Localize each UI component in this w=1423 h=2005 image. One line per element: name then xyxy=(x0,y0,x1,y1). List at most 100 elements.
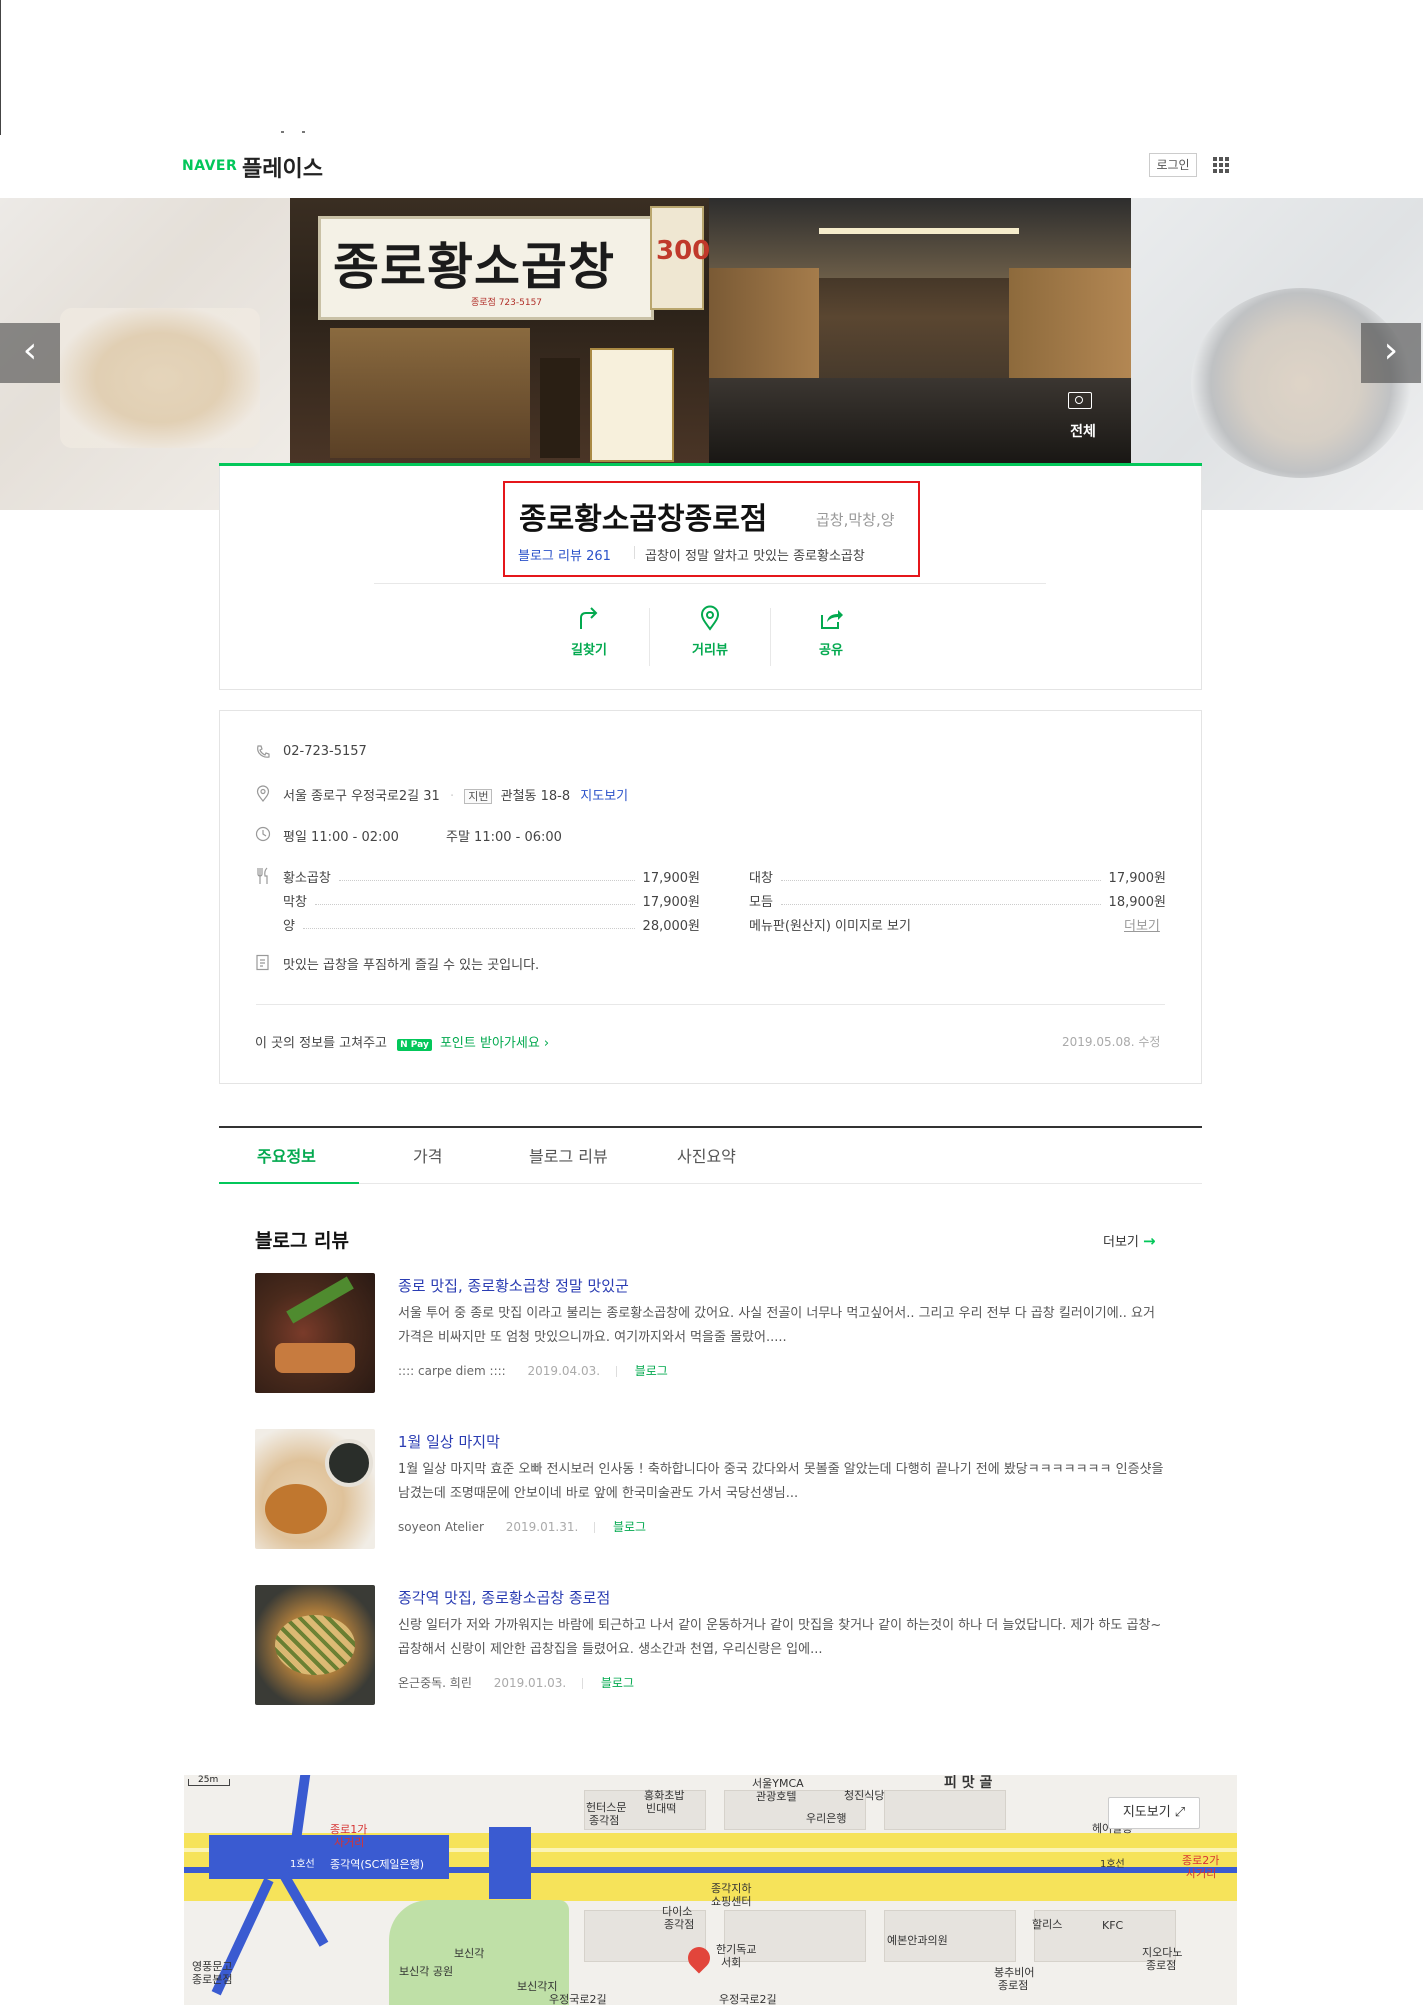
prev-photo-button[interactable]: ‹ xyxy=(0,323,60,383)
edit-point-link[interactable]: 포인트 받아가세요 › xyxy=(440,1036,549,1051)
arrow-right-icon: → xyxy=(1143,1232,1156,1250)
menu-fork-icon xyxy=(257,867,268,884)
hours-weekend: 주말 11:00 - 06:00 xyxy=(446,830,562,845)
dotted-leader xyxy=(780,896,1101,905)
map-label: 종로점 xyxy=(1146,1959,1177,1972)
separator xyxy=(615,1366,617,1377)
blog-thumbnail[interactable] xyxy=(255,1585,375,1705)
road-address: 서울 종로구 우정국로2길 31 xyxy=(283,789,440,804)
separator: · xyxy=(449,789,455,804)
menu-item: 모듬 18,900원 xyxy=(749,891,1166,910)
all-photos-label: 전체 xyxy=(1070,424,1096,440)
map-label: 종로2가 xyxy=(1182,1854,1220,1867)
blog-thumbnail[interactable] xyxy=(255,1273,375,1393)
blog-post-meta: soyeon Atelier 2019.01.31. 블로그 xyxy=(398,1518,646,1535)
blog-author[interactable]: soyeon Atelier xyxy=(398,1520,484,1534)
apps-grid-icon[interactable] xyxy=(1213,157,1229,173)
place-category: 곱창,막창,양 xyxy=(816,511,895,529)
storefront-sign: 종로황소곱창 xyxy=(333,238,615,296)
menu-item: 황소곱창 17,900원 xyxy=(283,867,700,886)
phone-number[interactable]: 02-723-5157 xyxy=(283,744,367,759)
place-logo[interactable]: 플레이스 xyxy=(242,151,323,183)
map-label: 영풍문고 xyxy=(192,1960,233,1973)
menu-item: 양 28,000원 xyxy=(283,915,700,934)
map-label: 지오다노 xyxy=(1142,1946,1183,1959)
menu-name: 모듬 xyxy=(749,895,773,910)
tab-main-info[interactable]: 주요정보 xyxy=(257,1143,316,1167)
blog-author[interactable]: 온근중독. 희린 xyxy=(398,1676,472,1690)
blog-more-link[interactable]: 더보기 → xyxy=(1103,1231,1156,1250)
map-label: 보신각 xyxy=(454,1947,485,1960)
blog-post-meta: :::: carpe diem :::: 2019.04.03. 블로그 xyxy=(398,1362,668,1379)
more-label: 더보기 xyxy=(1103,1235,1139,1250)
active-tab-indicator xyxy=(219,1182,359,1184)
map-label: 종로1가 xyxy=(330,1823,368,1836)
tab-price[interactable]: 가격 xyxy=(413,1143,442,1167)
map-label: 헌터스문 xyxy=(586,1801,627,1814)
map-label: 종각점 xyxy=(664,1918,695,1931)
jibun-badge: 지번 xyxy=(464,789,493,804)
storefront-photo[interactable]: 종로황소곱창 종로점 723-5157 300 xyxy=(290,198,709,463)
separator xyxy=(582,1678,584,1689)
map-label: 사거리 xyxy=(334,1836,365,1849)
tab-photo-summary[interactable]: 사진요약 xyxy=(677,1143,736,1167)
map-label: 봉추비어 xyxy=(994,1966,1035,1979)
login-button[interactable]: 로그인 xyxy=(1149,153,1197,177)
share-button[interactable]: 공유 xyxy=(781,605,881,658)
divider xyxy=(256,1004,1165,1005)
menu-name: 막창 xyxy=(283,895,307,910)
jibun-address: 관철동 18-8 xyxy=(500,789,571,804)
map-label: 종로점 xyxy=(998,1979,1029,1992)
storefront-sign-sub: 종로점 723-5157 xyxy=(471,298,543,308)
blog-post-title[interactable]: 1월 일상 마지막 xyxy=(398,1431,500,1452)
location-map[interactable]: 25m 종로1가 사거리 1호선 종각역(SC제일은행) 헌터스문 종각점 홍화… xyxy=(184,1775,1237,2005)
menu-name: 대창 xyxy=(749,871,773,886)
blog-date: 2019.04.03. xyxy=(527,1364,601,1378)
blog-post-excerpt: 신랑 일터가 저와 가까워지는 바람에 퇴근하고 나서 같이 운동하거나 같이 … xyxy=(398,1618,1162,1657)
tab-blog-review[interactable]: 블로그 리뷰 xyxy=(529,1143,608,1167)
menu-price: 18,900원 xyxy=(1108,895,1166,910)
menu-name: 황소곱창 xyxy=(283,871,331,886)
map-label: 사거리 xyxy=(1186,1867,1217,1880)
dotted-leader xyxy=(302,920,635,929)
street-view-label: 거리뷰 xyxy=(692,643,728,658)
blog-author[interactable]: :::: carpe diem :::: xyxy=(398,1364,506,1378)
blog-post-title[interactable]: 종각역 맛집, 종로황소곱창 종로점 xyxy=(398,1587,610,1608)
storefront-side-sign: 300 xyxy=(656,236,709,266)
map-label: 1호선 xyxy=(290,1859,315,1870)
map-label: 보신각지 xyxy=(517,1980,558,1993)
map-label: 예본안과의원 xyxy=(887,1934,948,1947)
map-view-link[interactable]: 지도보기 xyxy=(580,789,628,804)
menu-name: 양 xyxy=(283,919,295,934)
menu-image-link[interactable]: 메뉴판(원산지) 이미지로 보기 xyxy=(749,915,911,934)
menu-price: 17,900원 xyxy=(642,871,700,886)
map-label: 다이소 xyxy=(662,1905,693,1918)
map-label: 우정국로2길 xyxy=(549,1993,607,2005)
map-view-button[interactable]: 지도보기 ⤢ xyxy=(1108,1797,1200,1829)
blog-post-excerpt: 1월 일상 마지막 효준 오빠 전시보러 인사동 ! 축하합니다아 중국 갔다와… xyxy=(398,1462,1164,1501)
map-label: 서회 xyxy=(721,1956,742,1969)
divider xyxy=(374,583,1046,584)
map-label: 종로본점 xyxy=(192,1973,233,1986)
pin-icon xyxy=(700,605,720,631)
share-icon xyxy=(821,610,843,629)
blog-post-title[interactable]: 종로 맛집, 종로황소곱창 정말 맛있군 xyxy=(398,1275,629,1296)
next-photo-button[interactable]: › xyxy=(1361,323,1421,383)
edit-suggestion-row: 이 곳의 정보를 고쳐주고 N Pay 포인트 받아가세요 › xyxy=(255,1032,549,1051)
station-exit-block xyxy=(489,1827,531,1899)
blog-review-count-link[interactable]: 블로그 리뷰 261 xyxy=(518,545,611,564)
map-label: 관광호텔 xyxy=(756,1790,797,1803)
blog-thumbnail[interactable] xyxy=(255,1429,375,1549)
decor-dot xyxy=(281,131,284,133)
description-icon xyxy=(256,954,269,971)
location-icon xyxy=(256,785,270,802)
card-accent-line xyxy=(219,463,1202,466)
directions-label: 길찾기 xyxy=(571,643,607,658)
map-label: 우정국로2길 xyxy=(719,1993,777,2005)
place-name: 종로황소곱창종로점 xyxy=(519,502,768,537)
window-edge xyxy=(0,0,1,135)
street-view-button[interactable]: 거리뷰 xyxy=(660,605,760,658)
directions-button[interactable]: 길찾기 xyxy=(539,605,639,658)
naver-logo[interactable]: NAVER xyxy=(182,158,237,174)
menu-more-link[interactable]: 더보기 xyxy=(1124,915,1160,934)
